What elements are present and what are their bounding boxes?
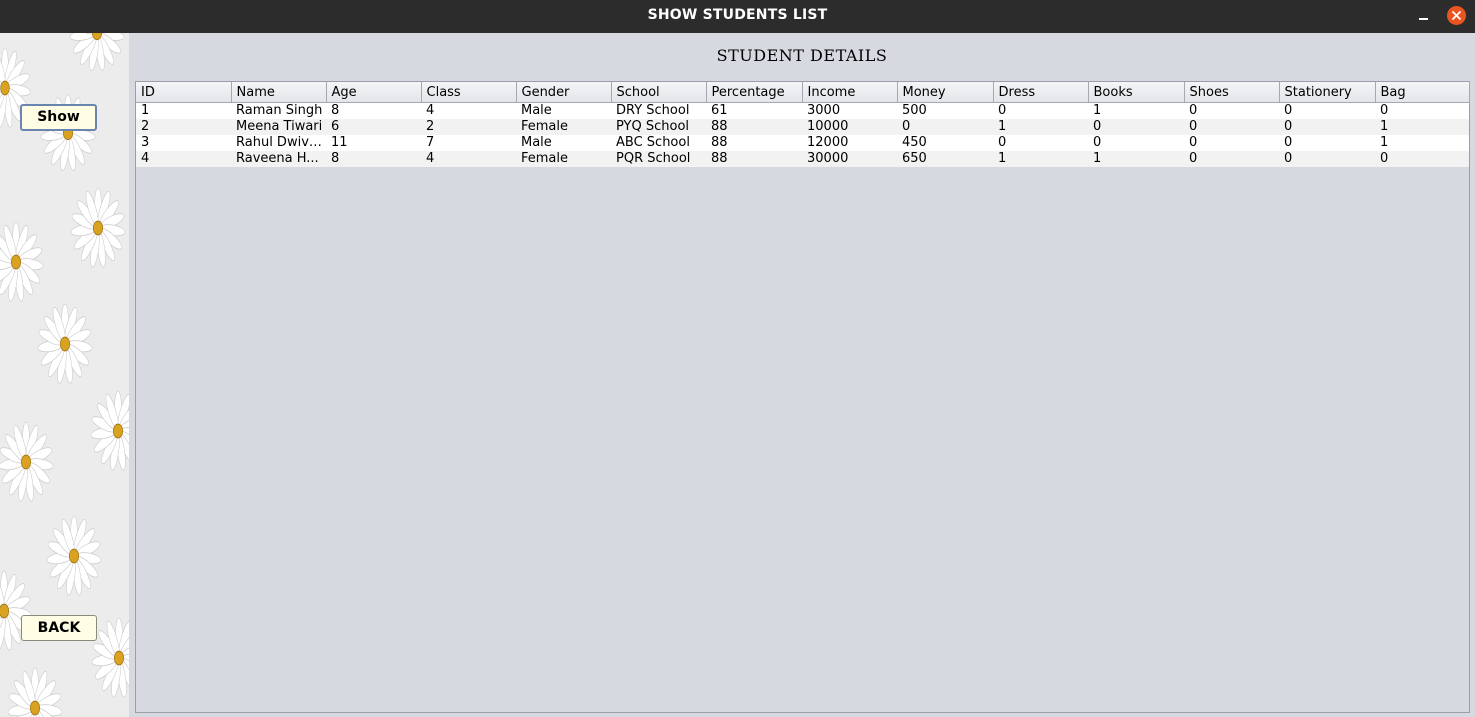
table-cell[interactable]: 1 bbox=[1375, 119, 1469, 135]
table-cell[interactable]: 12000 bbox=[802, 135, 897, 151]
table-row[interactable]: 2 Meena Tiwari 6 2 Female PYQ School 88 … bbox=[136, 119, 1469, 135]
table-cell[interactable]: PYQ School bbox=[611, 119, 706, 135]
table-cell[interactable]: 4 bbox=[421, 102, 516, 119]
table-cell[interactable]: 10000 bbox=[802, 119, 897, 135]
title-bar: SHOW STUDENTS LIST bbox=[0, 0, 1475, 33]
table-cell[interactable]: 1 bbox=[993, 151, 1088, 167]
table-cell[interactable]: 4 bbox=[136, 151, 231, 167]
students-table-scrollpane[interactable]: ID Name Age Class Gender School Percenta… bbox=[135, 81, 1470, 713]
table-cell[interactable]: Meena Tiwari bbox=[231, 119, 326, 135]
table-cell[interactable]: 0 bbox=[1375, 151, 1469, 167]
column-header-dress[interactable]: Dress bbox=[993, 82, 1089, 103]
students-table[interactable]: ID Name Age Class Gender School Percenta… bbox=[136, 82, 1470, 167]
table-cell[interactable]: Raveena H... bbox=[231, 151, 326, 167]
table-cell[interactable]: 1 bbox=[136, 102, 231, 119]
table-cell[interactable]: Raman Singh bbox=[231, 102, 326, 119]
table-row[interactable]: 3 Rahul Dwivedi 11 7 Male ABC School 88 … bbox=[136, 135, 1469, 151]
table-row[interactable]: 1 Raman Singh 8 4 Male DRY School 61 300… bbox=[136, 102, 1469, 119]
back-button[interactable]: BACK bbox=[21, 615, 97, 641]
table-cell[interactable]: 2 bbox=[421, 119, 516, 135]
table-cell[interactable]: 1 bbox=[1088, 151, 1184, 167]
table-cell[interactable]: Male bbox=[516, 102, 611, 119]
table-cell[interactable]: ABC School bbox=[611, 135, 706, 151]
column-header-gender[interactable]: Gender bbox=[516, 82, 612, 103]
table-cell[interactable]: 0 bbox=[1279, 151, 1375, 167]
table-cell[interactable]: PQR School bbox=[611, 151, 706, 167]
table-cell[interactable]: 650 bbox=[897, 151, 993, 167]
table-cell[interactable]: 0 bbox=[1375, 102, 1469, 119]
column-header-school[interactable]: School bbox=[611, 82, 707, 103]
table-cell[interactable]: 0 bbox=[1184, 102, 1279, 119]
app-window: SHOW STUDENTS LIST Show BACK STUDENT DET… bbox=[0, 0, 1475, 717]
table-cell[interactable]: 88 bbox=[706, 119, 802, 135]
column-header-class[interactable]: Class bbox=[421, 82, 517, 103]
column-header-money[interactable]: Money bbox=[897, 82, 994, 103]
table-cell[interactable]: 0 bbox=[993, 135, 1088, 151]
table-cell[interactable]: 6 bbox=[326, 119, 421, 135]
sidebar: Show BACK bbox=[0, 33, 129, 717]
column-header-id[interactable]: ID bbox=[136, 82, 232, 103]
page-title: STUDENT DETAILS bbox=[716, 46, 888, 65]
table-cell[interactable]: 1 bbox=[993, 119, 1088, 135]
table-cell[interactable]: 450 bbox=[897, 135, 993, 151]
table-cell[interactable]: DRY School bbox=[611, 102, 706, 119]
table-cell[interactable]: 61 bbox=[706, 102, 802, 119]
table-cell[interactable]: 500 bbox=[897, 102, 993, 119]
table-cell[interactable]: Male bbox=[516, 135, 611, 151]
table-cell[interactable]: 0 bbox=[1279, 102, 1375, 119]
table-cell[interactable]: 4 bbox=[421, 151, 516, 167]
show-button[interactable]: Show bbox=[20, 104, 97, 131]
table-cell[interactable]: 3000 bbox=[802, 102, 897, 119]
minimize-icon bbox=[1418, 18, 1428, 20]
table-cell[interactable]: 8 bbox=[326, 102, 421, 119]
column-header-books[interactable]: Books bbox=[1088, 82, 1185, 103]
table-cell[interactable]: 0 bbox=[1088, 119, 1184, 135]
table-cell[interactable]: 0 bbox=[1279, 135, 1375, 151]
table-cell[interactable]: Female bbox=[516, 119, 611, 135]
table-cell[interactable]: 0 bbox=[897, 119, 993, 135]
close-button[interactable] bbox=[1447, 6, 1466, 25]
table-cell[interactable]: Rahul Dwivedi bbox=[231, 135, 326, 151]
table-cell[interactable]: 0 bbox=[1279, 119, 1375, 135]
table-cell[interactable]: 0 bbox=[993, 102, 1088, 119]
table-cell[interactable]: 8 bbox=[326, 151, 421, 167]
table-cell[interactable]: 11 bbox=[326, 135, 421, 151]
table-cell[interactable]: Female bbox=[516, 151, 611, 167]
column-header-bag[interactable]: Bag bbox=[1375, 82, 1470, 103]
column-header-name[interactable]: Name bbox=[231, 82, 327, 103]
window-title: SHOW STUDENTS LIST bbox=[647, 7, 828, 23]
table-cell[interactable]: 88 bbox=[706, 151, 802, 167]
table-cell[interactable]: 2 bbox=[136, 119, 231, 135]
table-cell[interactable]: 3 bbox=[136, 135, 231, 151]
table-cell[interactable]: 30000 bbox=[802, 151, 897, 167]
table-row[interactable]: 4 Raveena H... 8 4 Female PQR School 88 … bbox=[136, 151, 1469, 167]
minimize-button[interactable] bbox=[1413, 6, 1433, 26]
table-cell[interactable]: 0 bbox=[1184, 135, 1279, 151]
table-cell[interactable]: 88 bbox=[706, 135, 802, 151]
table-cell[interactable]: 1 bbox=[1375, 135, 1469, 151]
table-cell[interactable]: 0 bbox=[1184, 119, 1279, 135]
table-cell[interactable]: 1 bbox=[1088, 102, 1184, 119]
column-header-income[interactable]: Income bbox=[802, 82, 898, 103]
column-header-stationery[interactable]: Stationery bbox=[1279, 82, 1376, 103]
table-cell[interactable]: 0 bbox=[1184, 151, 1279, 167]
column-header-age[interactable]: Age bbox=[326, 82, 422, 103]
main-content: STUDENT DETAILS ID Name Age Class Gender… bbox=[129, 33, 1475, 717]
close-icon bbox=[1452, 11, 1461, 20]
table-header-row: ID Name Age Class Gender School Percenta… bbox=[136, 82, 1470, 103]
table-cell[interactable]: 7 bbox=[421, 135, 516, 151]
column-header-percentage[interactable]: Percentage bbox=[706, 82, 803, 103]
column-header-shoes[interactable]: Shoes bbox=[1184, 82, 1280, 103]
table-cell[interactable]: 0 bbox=[1088, 135, 1184, 151]
